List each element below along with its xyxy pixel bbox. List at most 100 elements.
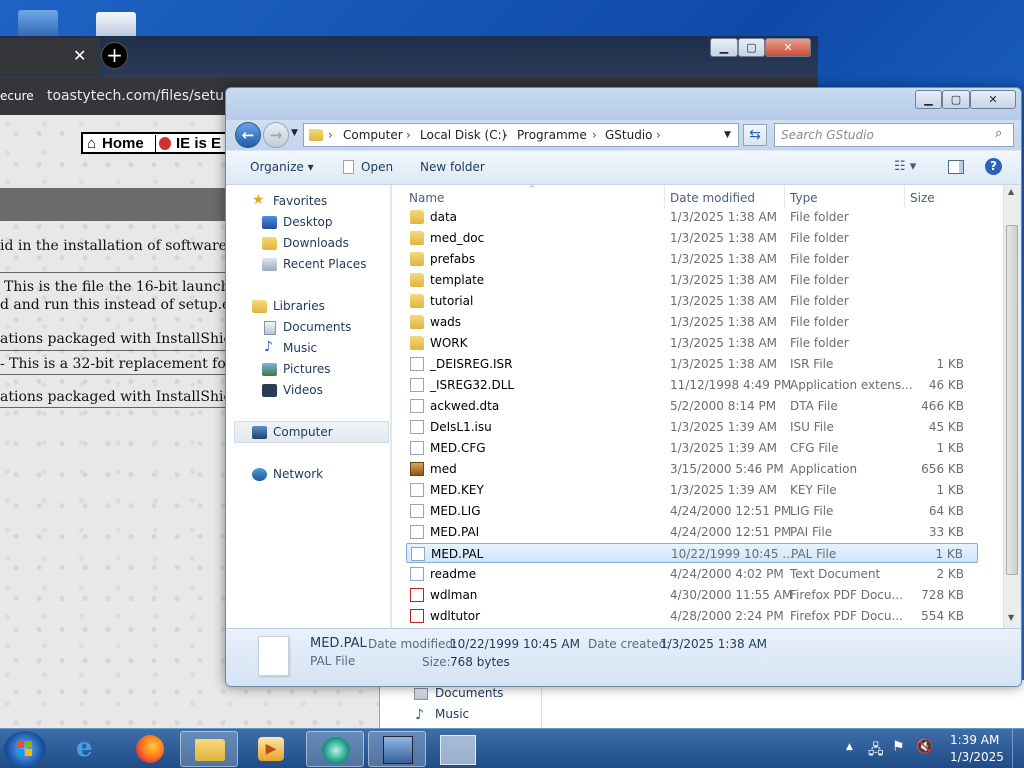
help-icon[interactable]: ? [985,158,1002,175]
view-options-icon[interactable]: ☷ ▾ [894,159,916,174]
address-dropdown-icon[interactable]: ▼ [724,130,731,140]
file-row[interactable]: wdltutor 4/28/2000 2:24 PM Firefox PDF Doc… [406,606,978,626]
column-header-size[interactable]: Size [910,191,935,205]
divider [0,407,230,408]
browser-tab[interactable]: ✕ [0,38,100,76]
folder-icon [410,231,424,245]
file-row[interactable]: data 1/3/2025 1:38 AM File folder [406,207,978,227]
close-tab-icon[interactable]: ✕ [73,46,86,65]
dll-icon [410,378,424,392]
back-button[interactable]: ← [235,122,261,148]
file-row[interactable]: MED.KEY 1/3/2025 1:39 AM KEY File 1 KB [406,480,978,500]
file-row[interactable]: prefabs 1/3/2025 1:38 AM File folder [406,249,978,269]
close-button[interactable]: ✕ [970,90,1016,109]
media-player-icon: ▶ [258,737,284,761]
nav-documents[interactable]: Documents [435,686,503,700]
file-row[interactable]: tutorial 1/3/2025 1:38 AM File folder [406,291,978,311]
search-input[interactable]: Search GStudio [781,128,874,142]
file-row[interactable]: _ISREG32.DLL 11/12/1998 4:49 PM Applicatio… [406,375,978,395]
forward-button[interactable]: → [263,122,289,148]
file-row[interactable]: MED.PAL 10/22/1999 10:45 ... PAL File 1 KB [406,543,978,563]
taskbar-media-player[interactable]: ▶ [242,731,300,767]
file-row[interactable]: MED.CFG 1/3/2025 1:39 AM CFG File 1 KB [406,438,978,458]
nav-music[interactable]: Music [283,341,317,355]
organize-button[interactable]: Organize ▾ [250,160,314,174]
network-tray-icon[interactable]: 🖧 [868,739,884,763]
refresh-icon[interactable]: ⇆ [743,124,767,146]
minimize-button[interactable]: ▁ [915,90,942,109]
volume-muted-icon[interactable]: 🔇 [916,739,933,755]
file-row[interactable]: ackwed.dta 5/2/2000 8:14 PM DTA File 466 KB [406,396,978,416]
show-desktop-button[interactable] [1012,729,1024,768]
nav-recent-places[interactable]: Recent Places [283,257,366,271]
browser-close-button[interactable]: ✕ [765,38,811,57]
nav-home-link[interactable]: Home [102,135,144,152]
file-row[interactable]: _DEISREG.ISR 1/3/2025 1:38 AM ISR File 1 KB [406,354,978,374]
file-row[interactable]: template 1/3/2025 1:38 AM File folder [406,270,978,290]
browser-minimize-button[interactable]: ▁ [710,38,738,57]
address-bar[interactable]: › Computer › Local Disk (C:) › Programme… [303,123,739,147]
taskbar-blank-window[interactable] [430,731,488,767]
file-row[interactable]: MED.PAI 4/24/2000 12:51 PM PAI File 33 KB [406,522,978,542]
file-row[interactable]: DeIsL1.isu 1/3/2025 1:39 AM ISU File 45 KB [406,417,978,437]
search-box[interactable]: Search GStudio ⌕ [774,123,1014,147]
column-header-name[interactable]: Name [409,191,444,205]
nav-music[interactable]: Music [435,707,469,721]
taskbar-explorer[interactable] [180,731,238,767]
file-row[interactable]: wads 1/3/2025 1:38 AM File folder [406,312,978,332]
breadcrumb-computer[interactable]: Computer [343,128,403,142]
nav-computer[interactable]: Computer [273,425,333,439]
file-row[interactable]: readme 4/24/2000 4:02 PM Text Document 2 KB [406,564,978,584]
file-date-modified: 1/3/2025 1:38 AM [670,357,778,371]
nav-ie-link[interactable]: IE is E [176,135,221,152]
taskbar-firefox[interactable] [122,731,180,767]
breadcrumb-local-disk[interactable]: Local Disk (C:) [420,128,506,142]
url-text[interactable]: toastytech.com/files/setup.ht [47,88,252,104]
preview-pane-icon[interactable] [948,160,964,174]
file-date-modified: 1/3/2025 1:38 AM [670,252,778,266]
divider [0,350,230,351]
action-center-flag-icon[interactable]: ⚑ [892,739,905,755]
breadcrumb-programme[interactable]: Programme [517,128,587,142]
vertical-scrollbar[interactable]: ▲ ▼ [1003,185,1020,628]
scroll-up-icon[interactable]: ▲ [1008,187,1014,196]
clock-date[interactable]: 1/3/2025 [950,750,1004,764]
file-icon [411,547,425,561]
file-row[interactable]: med 3/15/2000 5:46 PM Application 656 KB [406,459,978,479]
scrollbar-thumb[interactable] [1006,225,1018,575]
taskbar-internet-explorer[interactable]: e [62,731,120,767]
taskbar-app-green[interactable] [306,731,364,767]
new-tab-icon[interactable]: + [101,42,128,69]
file-row[interactable]: med_doc 1/3/2025 1:38 AM File folder [406,228,978,248]
open-button[interactable]: Open [361,160,393,174]
explorer-title-bar[interactable]: ▁ ▢ ✕ [226,88,1021,120]
nav-documents[interactable]: Documents [283,320,351,334]
breadcrumb-gstudio[interactable]: GStudio [605,128,653,142]
page-text-line: This is the file the 16-bit launcher [4,279,245,295]
file-row[interactable]: wdlman 4/30/2000 11:55 AM Firefox PDF Docu… [406,585,978,605]
column-header-type[interactable]: Type [790,191,818,205]
file-row[interactable]: WORK 1/3/2025 1:38 AM File folder [406,333,978,353]
scroll-down-icon[interactable]: ▼ [1008,613,1014,622]
maximize-button[interactable]: ▢ [942,90,970,109]
nav-libraries[interactable]: Libraries [273,299,325,313]
new-folder-button[interactable]: New folder [420,160,485,174]
nav-downloads[interactable]: Downloads [283,236,349,250]
browser-maximize-button[interactable]: ▢ [738,38,765,57]
recent-pages-chevron-icon[interactable]: ▼ [291,128,298,138]
nav-favorites[interactable]: Favorites [273,194,327,208]
details-file-name: MED.PAL [310,636,367,651]
show-hidden-icons-icon[interactable]: ▲ [846,742,853,752]
nav-desktop[interactable]: Desktop [283,215,333,229]
file-name: wdlman [430,588,478,602]
nav-pictures[interactable]: Pictures [283,362,331,376]
clock-time[interactable]: 1:39 AM [950,733,999,747]
taskbar-installer[interactable] [368,731,426,767]
column-header-date[interactable]: Date modified [670,191,755,205]
file-row[interactable]: MED.LIG 4/24/2000 12:51 PM LIG File 64 KB [406,501,978,521]
start-button[interactable] [4,731,46,767]
search-icon[interactable]: ⌕ [995,126,1002,141]
nav-network[interactable]: Network [273,467,323,481]
nav-videos[interactable]: Videos [283,383,323,397]
details-date-modified-label: Date modified: [368,637,458,651]
